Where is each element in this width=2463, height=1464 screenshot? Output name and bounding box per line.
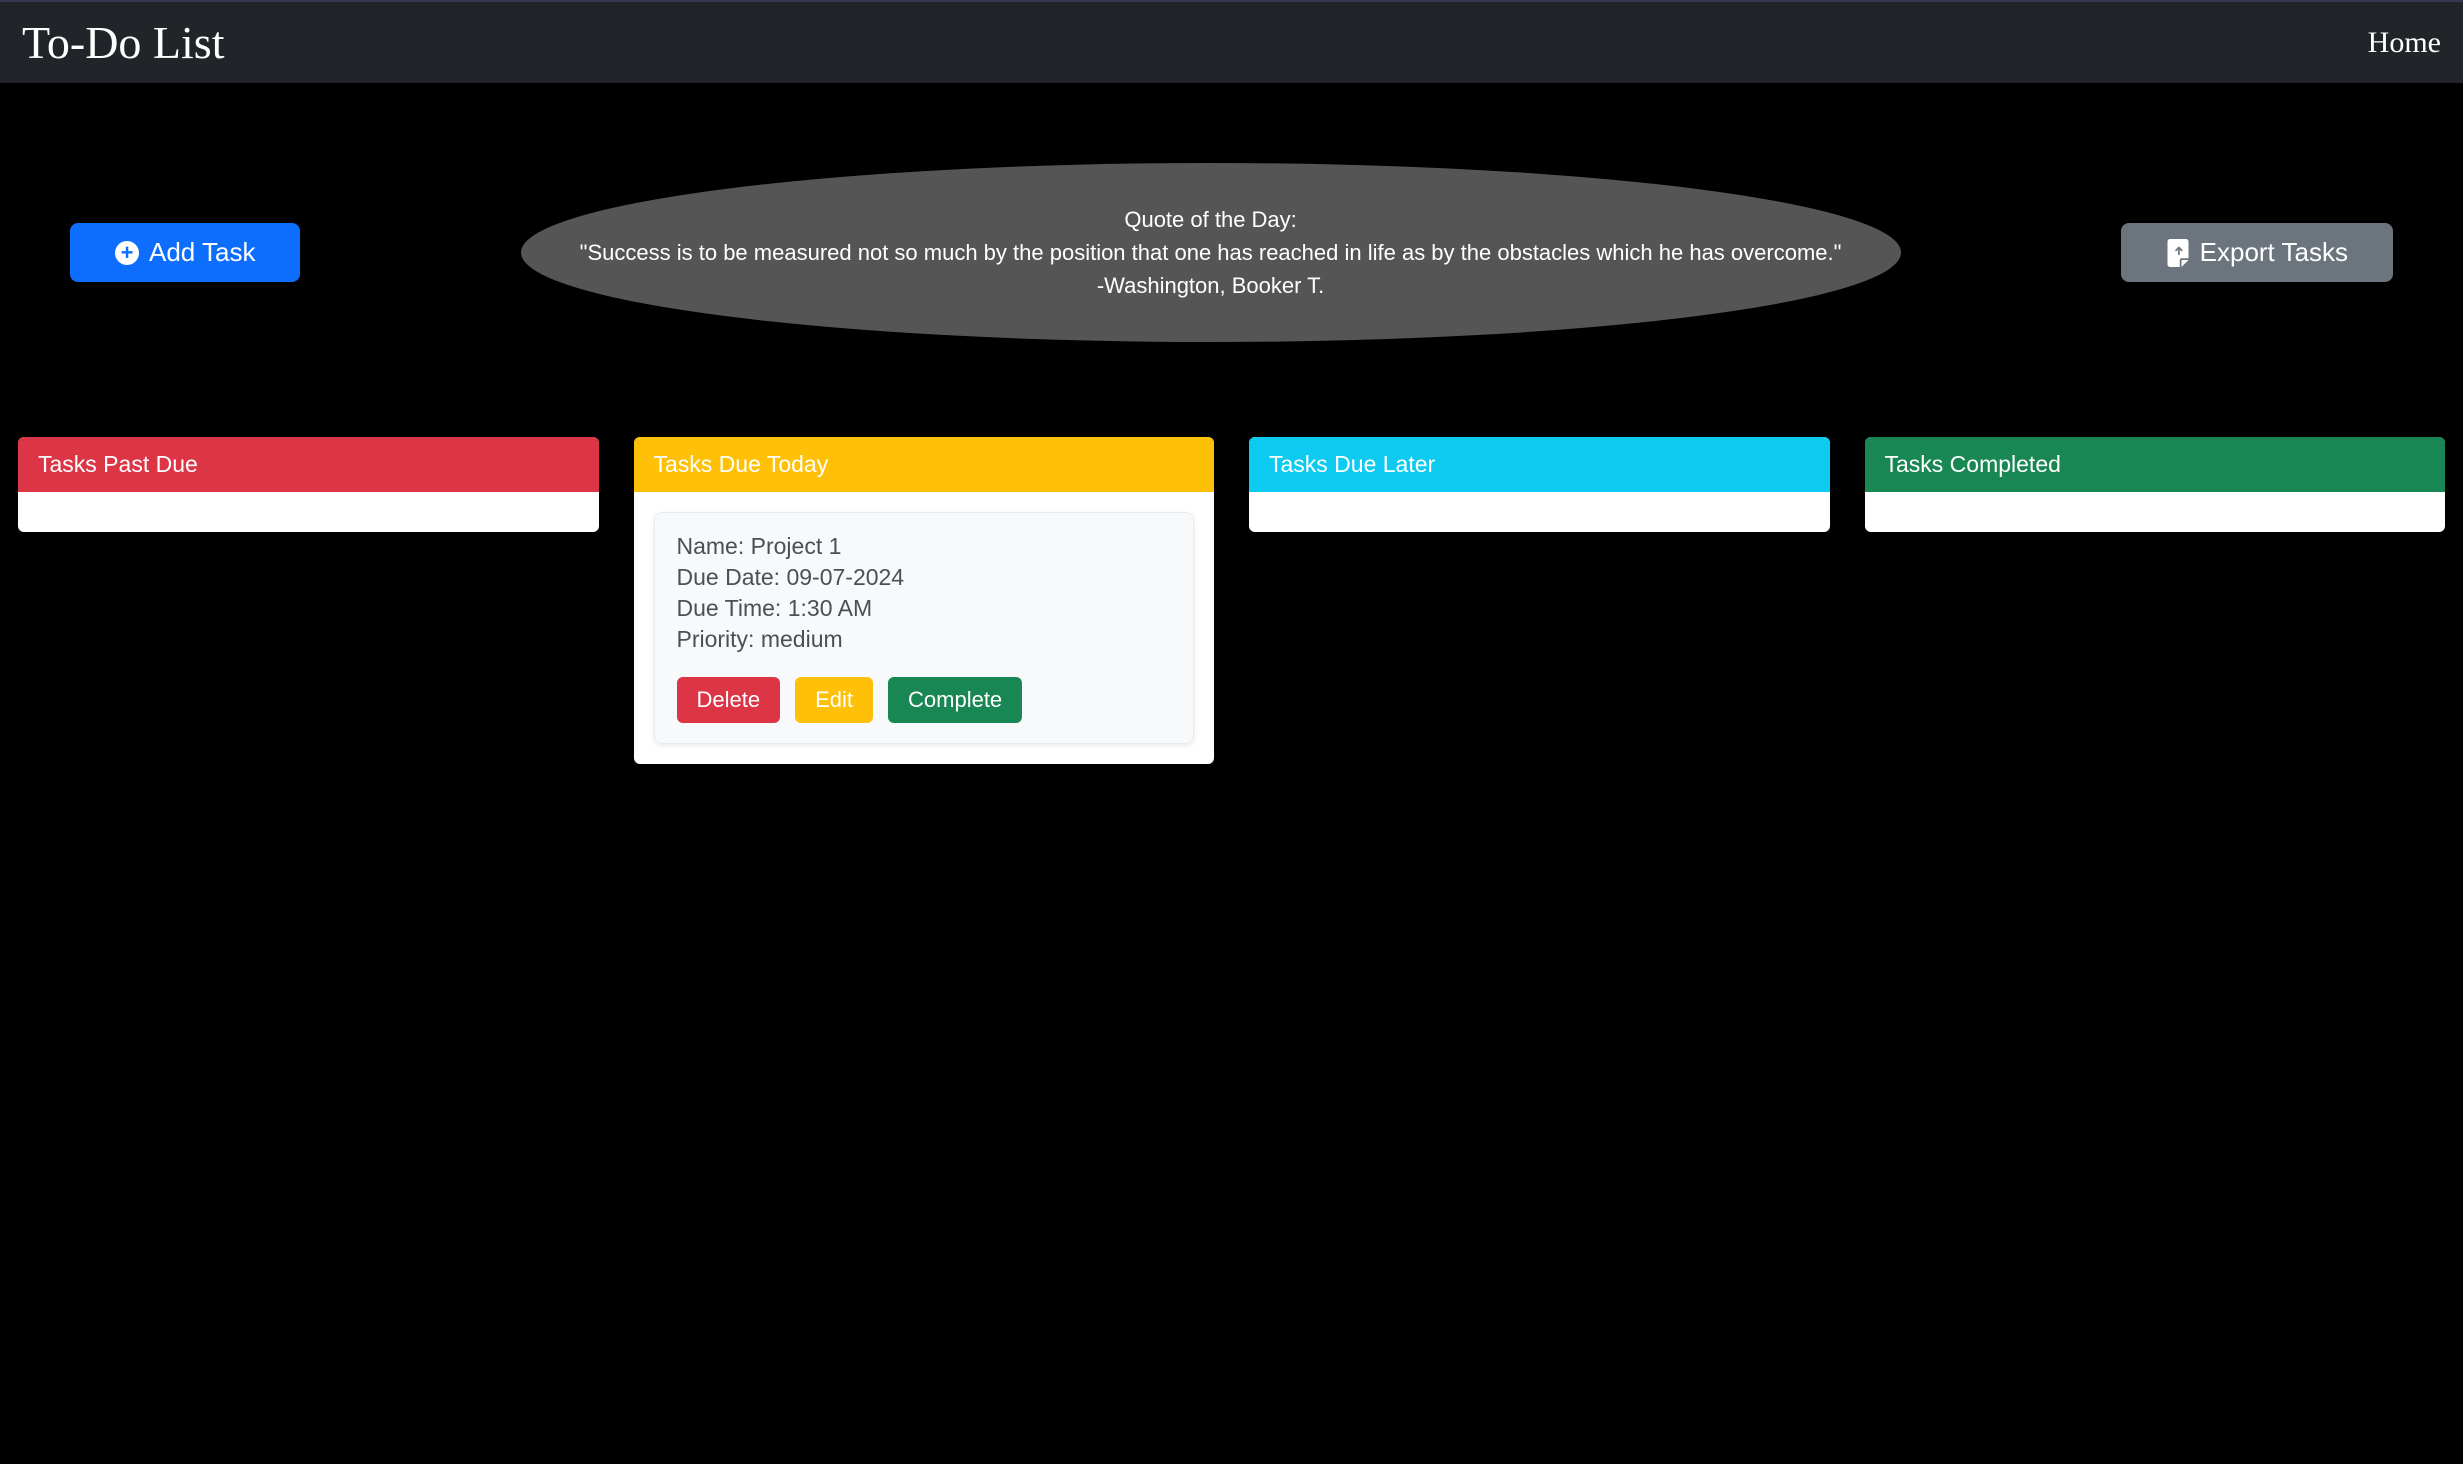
complete-button[interactable]: Complete (888, 677, 1022, 723)
column-past-due: Tasks Past Due (18, 437, 599, 532)
column-body-completed (1865, 492, 2446, 532)
app-title: To-Do List (22, 16, 225, 69)
task-actions: Delete Edit Complete (677, 677, 1172, 723)
toolbar: + Add Task Quote of the Day: "Success is… (0, 83, 2463, 382)
topbar: To-Do List Home (0, 0, 2463, 83)
column-body-past-due (18, 492, 599, 532)
delete-button[interactable]: Delete (677, 677, 781, 723)
plus-circle-icon: + (115, 241, 139, 265)
quote-heading: Quote of the Day: (561, 203, 1861, 236)
edit-button[interactable]: Edit (795, 677, 873, 723)
task-card: Name: Project 1 Due Date: 09-07-2024 Due… (654, 512, 1195, 744)
columns: Tasks Past Due Tasks Due Today Name: Pro… (0, 382, 2463, 764)
column-header-due-today: Tasks Due Today (634, 437, 1215, 492)
column-header-completed: Tasks Completed (1865, 437, 2446, 492)
export-tasks-label: Export Tasks (2200, 237, 2348, 268)
column-completed: Tasks Completed (1865, 437, 2446, 532)
task-priority: Priority: medium (677, 626, 1172, 653)
task-due-date: Due Date: 09-07-2024 (677, 564, 1172, 591)
task-name: Name: Project 1 (677, 533, 1172, 560)
quote-container: Quote of the Day: "Success is to be meas… (330, 163, 2090, 342)
quote-text: "Success is to be measured not so much b… (561, 236, 1861, 269)
column-header-due-later: Tasks Due Later (1249, 437, 1830, 492)
add-task-label: Add Task (149, 237, 255, 268)
task-due-time: Due Time: 1:30 AM (677, 595, 1172, 622)
quote-of-the-day: Quote of the Day: "Success is to be meas… (521, 163, 1901, 342)
file-export-icon (2166, 239, 2190, 267)
column-header-past-due: Tasks Past Due (18, 437, 599, 492)
column-body-due-today: Name: Project 1 Due Date: 09-07-2024 Due… (634, 492, 1215, 764)
quote-author: -Washington, Booker T. (561, 269, 1861, 302)
add-task-button[interactable]: + Add Task (70, 223, 300, 282)
column-due-today: Tasks Due Today Name: Project 1 Due Date… (634, 437, 1215, 764)
column-due-later: Tasks Due Later (1249, 437, 1830, 532)
column-body-due-later (1249, 492, 1830, 532)
export-tasks-button[interactable]: Export Tasks (2121, 223, 2393, 282)
home-link[interactable]: Home (2368, 26, 2441, 60)
